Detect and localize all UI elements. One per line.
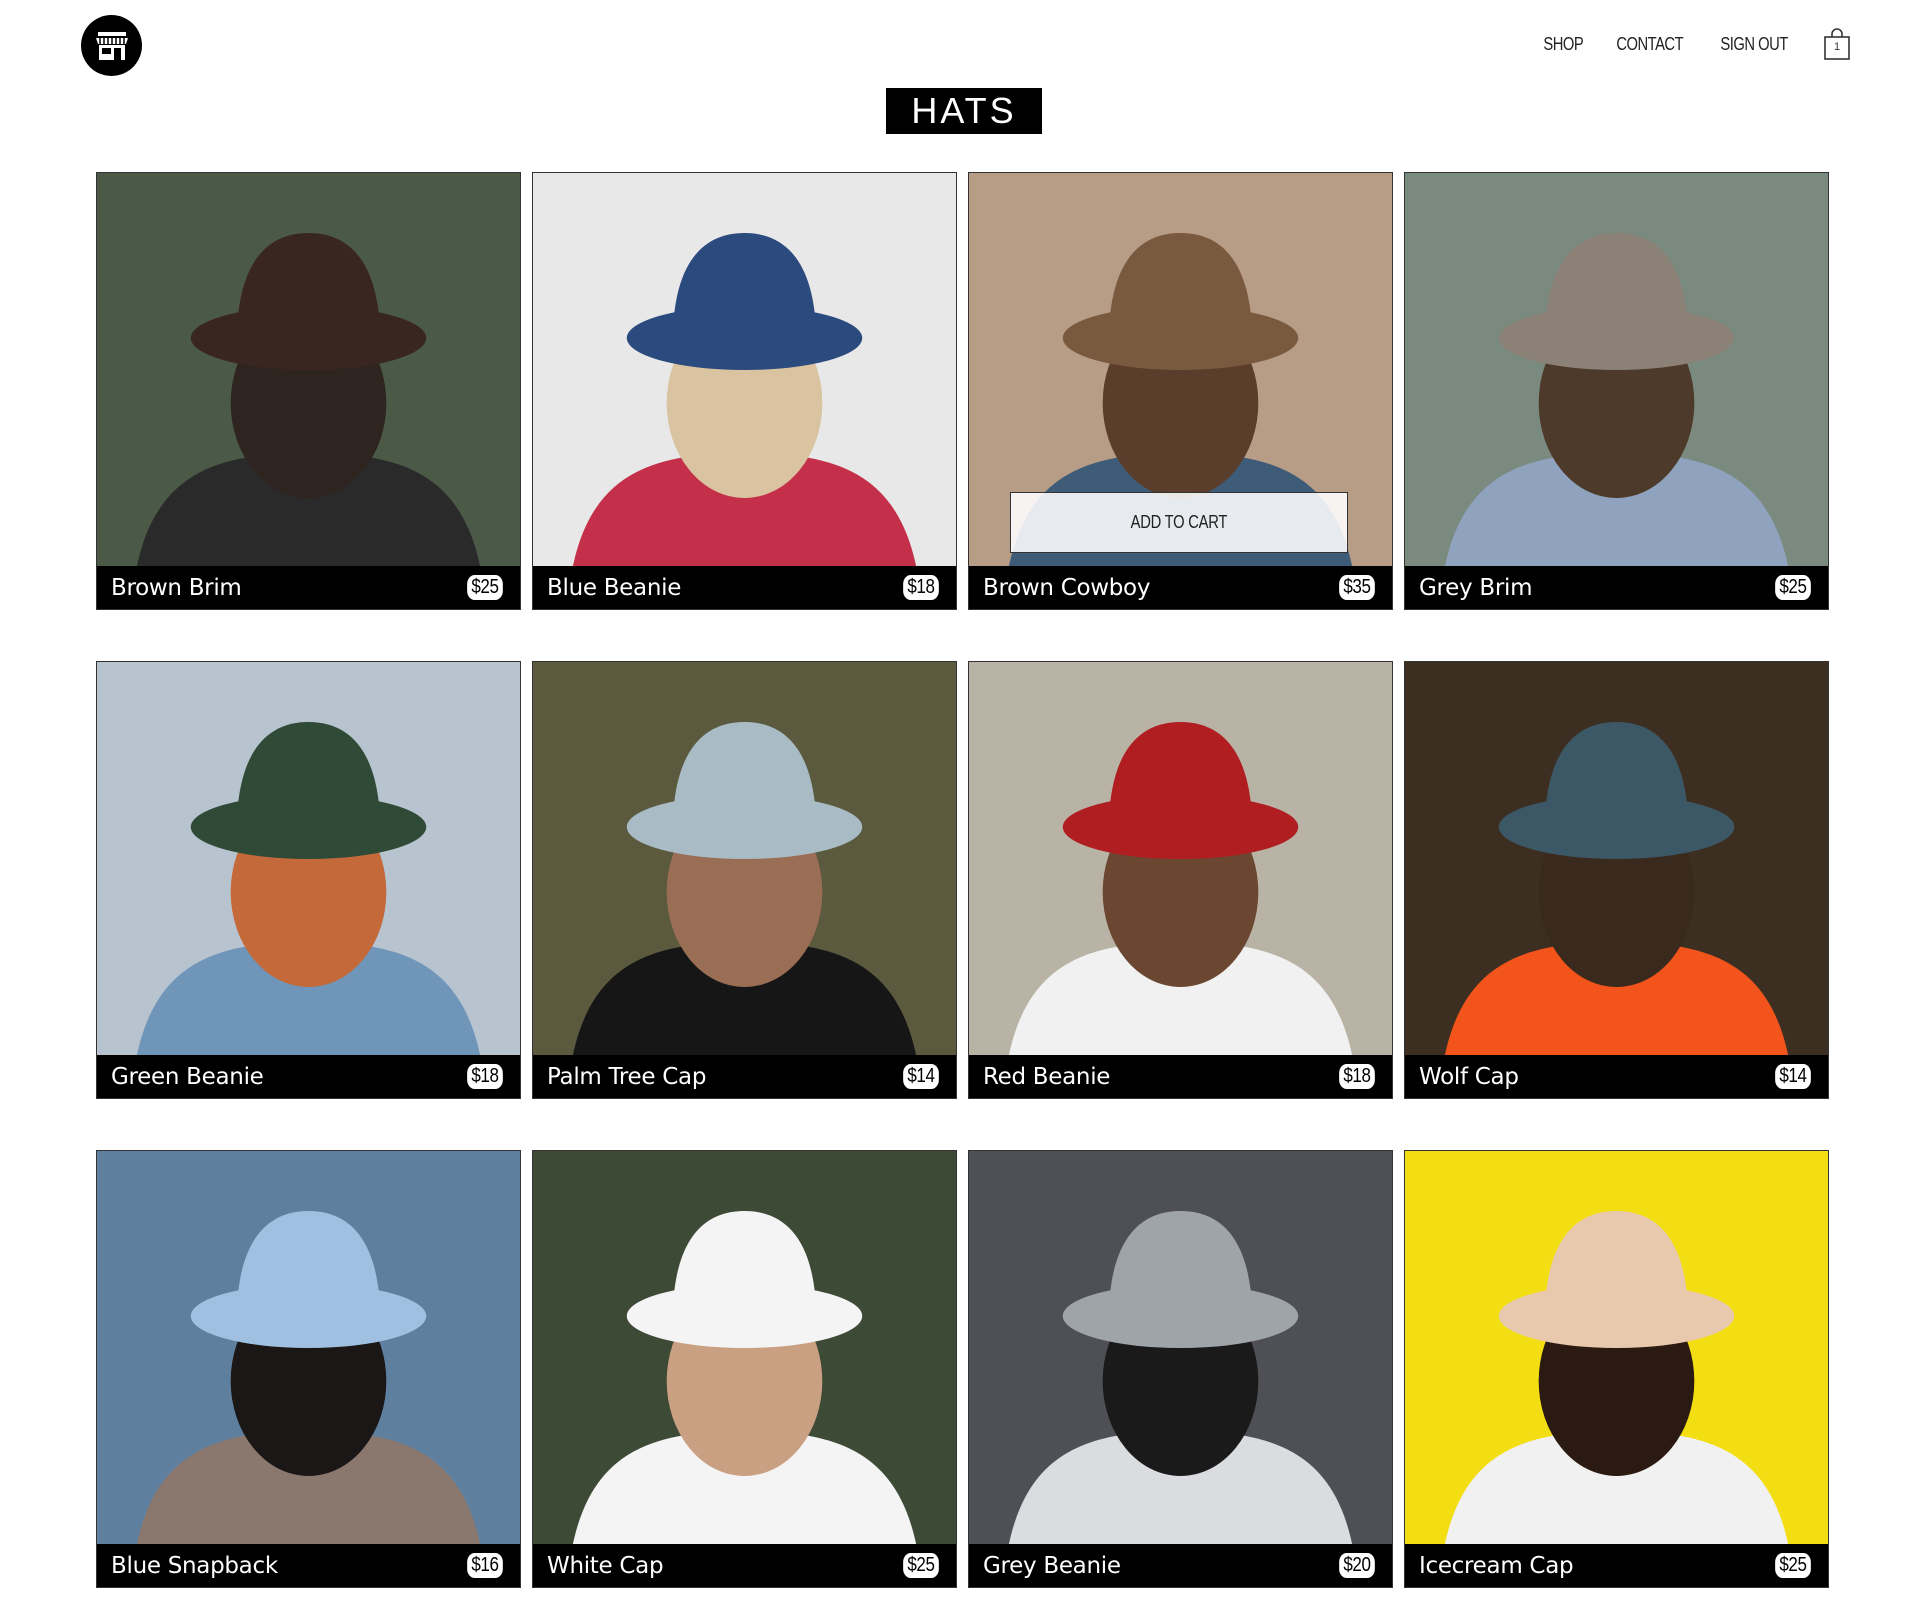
product-price: $25 [1775,1553,1811,1578]
nav-contact[interactable]: CONTACT [1617,34,1684,55]
product-price: $35 [1339,575,1375,600]
nav-shop[interactable]: SHOP [1543,34,1583,55]
product-name: Brown Brim [111,574,242,601]
product-price: $18 [903,575,939,600]
product-image [533,173,956,566]
add-to-cart-label: ADD TO CART [1130,512,1228,532]
product-name: Blue Snapback [111,1552,278,1579]
store-logo[interactable] [81,15,142,76]
product-footer: Blue Beanie $18 [533,566,956,609]
product-card[interactable]: Brown Brim $25 [96,172,521,610]
product-footer: Red Beanie $18 [969,1055,1392,1098]
product-name: Blue Beanie [547,574,682,601]
product-name: Red Beanie [983,1063,1111,1090]
product-card[interactable]: Red Beanie $18 [968,661,1393,1099]
product-card[interactable]: Grey Brim $25 [1404,172,1829,610]
product-name: Wolf Cap [1419,1063,1519,1090]
product-name: White Cap [547,1552,664,1579]
product-image [97,173,520,566]
product-footer: White Cap $25 [533,1544,956,1587]
product-image [533,662,956,1055]
nav-sign-out[interactable]: SIGN OUT [1720,34,1788,55]
product-name: Green Beanie [111,1063,264,1090]
product-price: $18 [1339,1064,1375,1089]
product-name: Grey Brim [1419,574,1533,601]
product-card[interactable]: Green Beanie $18 [96,661,521,1099]
product-card[interactable]: White Cap $25 [532,1150,957,1588]
page-title: HATS [886,88,1042,134]
product-name: Grey Beanie [983,1552,1121,1579]
product-image [97,662,520,1055]
product-card[interactable]: Wolf Cap $14 [1404,661,1829,1099]
product-footer: Icecream Cap $25 [1405,1544,1828,1587]
product-price: $25 [467,575,503,600]
product-image [1405,1151,1828,1544]
product-card[interactable]: Icecream Cap $25 [1404,1150,1829,1588]
product-image [97,1151,520,1544]
product-card[interactable]: Grey Beanie $20 [968,1150,1393,1588]
product-name: Icecream Cap [1419,1552,1574,1579]
product-footer: Brown Brim $25 [97,566,520,609]
product-grid: Brown Brim $25 Blue Beanie $18 ADD TO CART Br… [96,172,1829,1588]
product-image [533,1151,956,1544]
product-image [969,662,1392,1055]
product-footer: Grey Brim $25 [1405,566,1828,609]
product-price: $25 [903,1553,939,1578]
product-name: Brown Cowboy [983,574,1151,601]
product-card[interactable]: Blue Beanie $18 [532,172,957,610]
product-image [1405,173,1828,566]
product-footer: Wolf Cap $14 [1405,1055,1828,1098]
cart-count: 1 [1833,41,1841,53]
store-icon [95,31,128,60]
product-price: $18 [467,1064,503,1089]
product-image [969,1151,1392,1544]
add-to-cart-button[interactable]: ADD TO CART [1010,492,1348,553]
product-footer: Palm Tree Cap $14 [533,1055,956,1098]
product-image [1405,662,1828,1055]
product-price: $20 [1339,1553,1375,1578]
product-footer: Blue Snapback $16 [97,1544,520,1587]
main-nav: SHOP CONTACT SIGN OUT 1 [1517,28,1920,60]
cart-button[interactable]: 1 [1823,28,1851,60]
product-price: $14 [1775,1064,1811,1089]
product-footer: Grey Beanie $20 [969,1544,1392,1587]
product-price: $14 [903,1064,939,1089]
product-card[interactable]: Blue Snapback $16 [96,1150,521,1588]
product-card[interactable]: Palm Tree Cap $14 [532,661,957,1099]
product-footer: Brown Cowboy $35 [969,566,1392,609]
product-name: Palm Tree Cap [547,1063,707,1090]
product-footer: Green Beanie $18 [97,1055,520,1098]
product-price: $16 [467,1553,503,1578]
product-price: $25 [1775,575,1811,600]
product-card[interactable]: ADD TO CART Brown Cowboy $35 [968,172,1393,610]
